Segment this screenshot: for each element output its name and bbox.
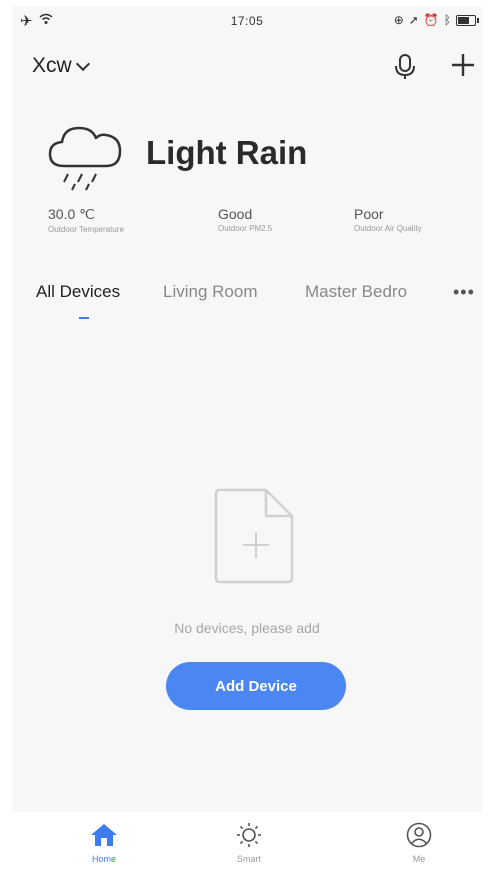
- smart-sun-icon: [209, 822, 289, 848]
- metric-value: 30.0 ℃: [48, 206, 95, 222]
- metric-pm25: Good Outdoor PM2.5: [218, 206, 272, 233]
- more-icon[interactable]: •••: [453, 282, 475, 303]
- tab-master-bedroom[interactable]: Master Bedro: [305, 282, 435, 302]
- header: Xcw: [12, 46, 482, 86]
- tab-living-room[interactable]: Living Room: [163, 282, 258, 302]
- metric-value: Good: [218, 206, 253, 222]
- home-selector[interactable]: Xcw: [32, 54, 90, 78]
- status-right-icons: ⊕ ➚ ⏰ ᛒ: [393, 13, 479, 27]
- home-icon: [64, 822, 144, 848]
- add-device-button[interactable]: Add Device: [166, 662, 346, 710]
- empty-message: No devices, please add: [174, 620, 320, 636]
- add-file-icon: [212, 486, 296, 586]
- add-plus-icon[interactable]: [448, 50, 478, 80]
- bluetooth-icon: ᛒ: [443, 13, 451, 27]
- app-screen: ✈ 17:05 ⊕ ➚ ⏰ ᛒ Xcw Light Rain 30.0 ℃ Ou…: [12, 6, 482, 872]
- location-icon: ➚: [408, 13, 419, 27]
- light-rain-cloud-icon: [42, 116, 132, 196]
- active-tab-indicator: [79, 317, 89, 319]
- nav-smart[interactable]: Smart: [209, 822, 289, 864]
- user-icon: [379, 822, 459, 848]
- nav-me[interactable]: Me: [379, 822, 459, 864]
- metric-air-quality: Poor Outdoor Air Quality: [354, 206, 422, 233]
- metric-temperature: 30.0 ℃ Outdoor Temperature: [48, 206, 124, 234]
- status-bar: ✈ 17:05 ⊕ ➚ ⏰ ᛒ: [12, 6, 482, 36]
- alarm-icon: ⏰: [423, 13, 439, 27]
- metric-label: Outdoor Air Quality: [354, 224, 422, 233]
- nav-label: Home: [91, 854, 116, 864]
- nav-label: Smart: [236, 854, 261, 864]
- metric-label: Outdoor PM2.5: [218, 224, 273, 233]
- room-tabs: All Devices Living Room Master Bedro: [12, 278, 482, 318]
- weather-condition: Light Rain: [146, 134, 308, 171]
- battery-icon: [456, 14, 479, 26]
- metric-value: Poor: [354, 206, 384, 222]
- home-name: Xcw: [32, 54, 72, 77]
- bottom-nav: Home Smart Me: [12, 812, 482, 872]
- nav-label: Me: [412, 854, 426, 864]
- nav-home[interactable]: Home: [64, 822, 144, 864]
- metric-label: Outdoor Temperature: [48, 225, 124, 234]
- mic-icon[interactable]: [392, 52, 418, 82]
- lock-rotation-icon: ⊕: [393, 13, 404, 27]
- chevron-down-icon: [75, 56, 90, 71]
- tab-all-devices[interactable]: All Devices: [36, 282, 120, 302]
